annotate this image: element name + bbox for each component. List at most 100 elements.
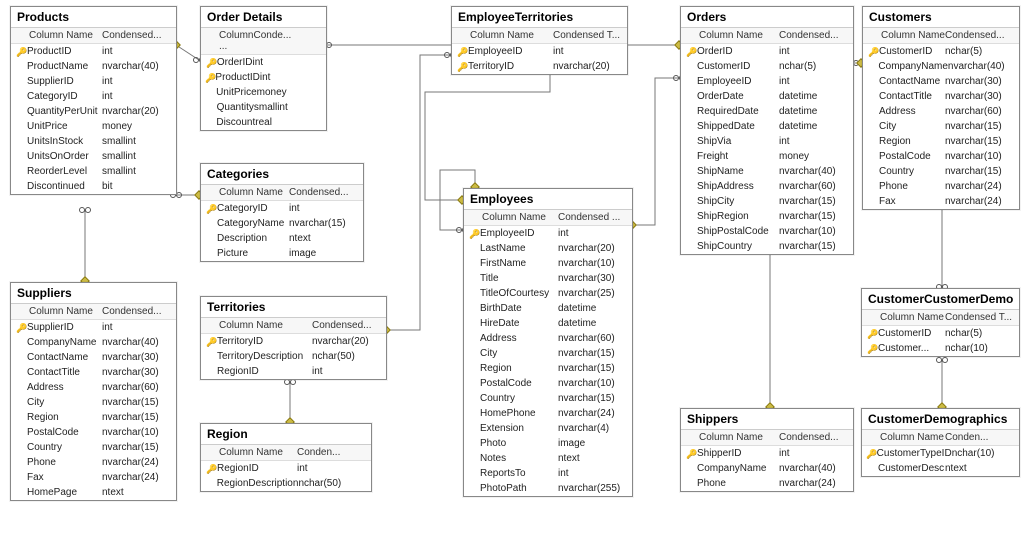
table-row[interactable]: ShipViaint [681,134,853,149]
table-suppliers[interactable]: SuppliersColumn NameCondensed...🔑Supplie… [10,282,177,501]
table-title[interactable]: Suppliers [11,283,176,304]
table-title[interactable]: EmployeeTerritories [452,7,627,28]
table-row[interactable]: Citynvarchar(15) [863,119,1019,134]
table-row[interactable]: HomePagentext [11,485,176,500]
table-row[interactable]: Countrynvarchar(15) [11,440,176,455]
table-row[interactable]: ContactNamenvarchar(30) [11,350,176,365]
table-row[interactable]: ContactNamenvarchar(30) [863,74,1019,89]
table-row[interactable]: Quantitysmallint [201,100,326,115]
table-row[interactable]: Regionnvarchar(15) [11,410,176,425]
table-row[interactable]: Addressnvarchar(60) [863,104,1019,119]
table-title[interactable]: Territories [201,297,386,318]
table-categories[interactable]: CategoriesColumn NameCondensed...🔑Catego… [200,163,364,262]
table-employee_territories[interactable]: EmployeeTerritoriesColumn NameCondensed … [451,6,628,75]
table-row[interactable]: ShipAddressnvarchar(60) [681,179,853,194]
table-row[interactable]: CompanyNamenvarchar(40) [863,59,1019,74]
table-row[interactable]: Phonenvarchar(24) [681,476,853,491]
table-row[interactable]: BirthDatedatetime [464,301,632,316]
table-row[interactable]: Addressnvarchar(60) [464,331,632,346]
table-employees[interactable]: EmployeesColumn NameCondensed ...🔑Employ… [463,188,633,497]
table-title[interactable]: Region [201,424,371,445]
table-region[interactable]: RegionColumn NameConden...🔑RegionIDintRe… [200,423,372,492]
table-row[interactable]: RegionIDint [201,364,386,379]
table-row[interactable]: 🔑RegionIDint [201,461,371,476]
table-row[interactable]: 🔑ProductIDint [201,70,326,85]
table-title[interactable]: Employees [464,189,632,210]
table-row[interactable]: CustomerIDnchar(5) [681,59,853,74]
table-row[interactable]: CompanyNamenvarchar(40) [681,461,853,476]
table-row[interactable]: Descriptionntext [201,231,363,246]
table-title[interactable]: Products [11,7,176,28]
table-row[interactable]: ShipRegionnvarchar(15) [681,209,853,224]
table-row[interactable]: Discontinuedbit [11,179,176,194]
table-customer_customer_demo[interactable]: CustomerCustomerDemoColumn NameCondensed… [861,288,1020,357]
table-row[interactable]: UnitsOnOrdersmallint [11,149,176,164]
table-order_details[interactable]: Order DetailsColumn ...Conde...🔑OrderIDi… [200,6,327,131]
table-row[interactable]: UnitPricemoney [201,85,326,100]
table-shippers[interactable]: ShippersColumn NameCondensed...🔑ShipperI… [680,408,854,492]
table-row[interactable]: CustomerDescntext [862,461,1019,476]
table-row[interactable]: ShippedDatedatetime [681,119,853,134]
table-row[interactable]: CategoryIDint [11,89,176,104]
table-row[interactable]: Countrynvarchar(15) [464,391,632,406]
table-row[interactable]: Phonenvarchar(24) [863,179,1019,194]
table-row[interactable]: ReorderLevelsmallint [11,164,176,179]
table-territories[interactable]: TerritoriesColumn NameCondensed...🔑Terri… [200,296,387,380]
table-row[interactable]: 🔑EmployeeIDint [452,44,627,59]
table-row[interactable]: Titlenvarchar(30) [464,271,632,286]
table-row[interactable]: ShipCitynvarchar(15) [681,194,853,209]
table-row[interactable]: 🔑CustomerIDnchar(5) [863,44,1019,59]
table-title[interactable]: Orders [681,7,853,28]
table-row[interactable]: Phonenvarchar(24) [11,455,176,470]
table-row[interactable]: 🔑ProductIDint [11,44,176,59]
table-row[interactable]: Countrynvarchar(15) [863,164,1019,179]
table-row[interactable]: Citynvarchar(15) [11,395,176,410]
table-row[interactable]: Regionnvarchar(15) [464,361,632,376]
table-title[interactable]: CustomerCustomerDemo [862,289,1019,310]
table-row[interactable]: Pictureimage [201,246,363,261]
table-row[interactable]: 🔑TerritoryIDnvarchar(20) [201,334,386,349]
table-row[interactable]: Discountreal [201,115,326,130]
table-row[interactable]: FirstNamenvarchar(10) [464,256,632,271]
table-row[interactable]: PhotoPathnvarchar(255) [464,481,632,496]
table-row[interactable]: Photoimage [464,436,632,451]
table-row[interactable]: PostalCodenvarchar(10) [464,376,632,391]
table-row[interactable]: UnitPricemoney [11,119,176,134]
table-row[interactable]: Citynvarchar(15) [464,346,632,361]
table-row[interactable]: CompanyNamenvarchar(40) [11,335,176,350]
table-row[interactable]: ShipNamenvarchar(40) [681,164,853,179]
table-row[interactable]: 🔑TerritoryIDnvarchar(20) [452,59,627,74]
table-row[interactable]: TitleOfCourtesynvarchar(25) [464,286,632,301]
table-title[interactable]: Order Details [201,7,326,28]
table-orders[interactable]: OrdersColumn NameCondensed...🔑OrderIDint… [680,6,854,255]
table-row[interactable]: Freightmoney [681,149,853,164]
table-row[interactable]: HomePhonenvarchar(24) [464,406,632,421]
table-row[interactable]: CategoryNamenvarchar(15) [201,216,363,231]
table-row[interactable]: RequiredDatedatetime [681,104,853,119]
table-row[interactable]: 🔑CategoryIDint [201,201,363,216]
table-row[interactable]: Extensionnvarchar(4) [464,421,632,436]
table-row[interactable]: ReportsToint [464,466,632,481]
table-row[interactable]: 🔑CustomerTypeIDnchar(10) [862,446,1019,461]
table-row[interactable]: LastNamenvarchar(20) [464,241,632,256]
table-row[interactable]: Addressnvarchar(60) [11,380,176,395]
table-row[interactable]: Regionnvarchar(15) [863,134,1019,149]
table-row[interactable]: RegionDescriptionnchar(50) [201,476,371,491]
table-row[interactable]: EmployeeIDint [681,74,853,89]
table-row[interactable]: PostalCodenvarchar(10) [863,149,1019,164]
table-title[interactable]: Customers [863,7,1019,28]
table-customer_demographics[interactable]: CustomerDemographicsColumn NameConden...… [861,408,1020,477]
table-row[interactable]: 🔑EmployeeIDint [464,226,632,241]
table-row[interactable]: Notesntext [464,451,632,466]
table-row[interactable]: ProductNamenvarchar(40) [11,59,176,74]
table-customers[interactable]: CustomersColumn NameCondensed...🔑Custome… [862,6,1020,210]
table-title[interactable]: Categories [201,164,363,185]
table-row[interactable]: 🔑Customer...nchar(10) [862,341,1019,356]
table-row[interactable]: Faxnvarchar(24) [11,470,176,485]
table-title[interactable]: CustomerDemographics [862,409,1019,430]
table-row[interactable]: Faxnvarchar(24) [863,194,1019,209]
table-row[interactable]: PostalCodenvarchar(10) [11,425,176,440]
table-row[interactable]: 🔑CustomerIDnchar(5) [862,326,1019,341]
table-row[interactable]: HireDatedatetime [464,316,632,331]
table-row[interactable]: 🔑OrderIDint [201,55,326,70]
